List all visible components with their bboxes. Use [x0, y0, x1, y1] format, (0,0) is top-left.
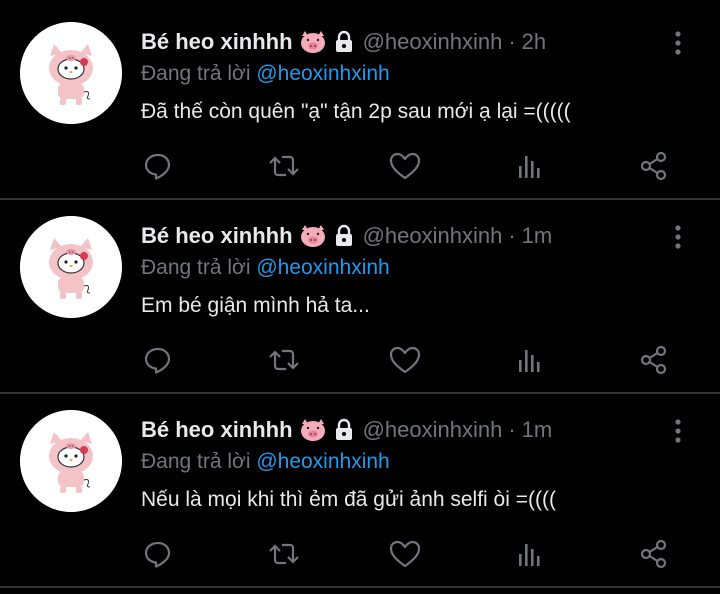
retweet-icon[interactable]: [266, 342, 302, 378]
replying-to: Đang trả lời @heoxinhxinh: [141, 62, 390, 86]
retweet-icon[interactable]: [266, 536, 302, 572]
avatar[interactable]: [20, 410, 122, 512]
avatar[interactable]: [20, 22, 122, 124]
heart-icon[interactable]: [387, 342, 423, 378]
mention-link[interactable]: @heoxinhxinh: [256, 256, 389, 279]
analytics-icon[interactable]: [512, 536, 548, 572]
lock-icon: [333, 224, 355, 248]
timestamp[interactable]: 2h: [522, 29, 546, 55]
heart-icon[interactable]: [387, 148, 423, 184]
tweet[interactable]: Bé heo xinhhh @heoxinhxinh · 2h Đang trả…: [0, 0, 720, 194]
reply-icon[interactable]: [140, 536, 176, 572]
mention-link[interactable]: @heoxinhxinh: [256, 62, 389, 85]
heart-icon[interactable]: [387, 536, 423, 572]
replying-to: Đang trả lời @heoxinhxinh: [141, 450, 390, 474]
analytics-icon[interactable]: [512, 342, 548, 378]
avatar-image: [20, 216, 122, 318]
replying-label: Đang trả lời: [141, 62, 251, 85]
handle[interactable]: @heoxinhxinh: [363, 223, 503, 249]
tweet-text: Em bé giận mình hả ta...: [141, 294, 370, 317]
pig-face-icon: [299, 30, 327, 54]
tweet[interactable]: Bé heo xinhhh @heoxinhxinh · 1m Đang trả…: [0, 194, 720, 388]
replying-label: Đang trả lời: [141, 450, 251, 473]
lock-icon: [333, 30, 355, 54]
pig-face-icon: [299, 224, 327, 248]
timestamp[interactable]: 1m: [522, 417, 553, 443]
avatar-image: [20, 410, 122, 512]
avatar[interactable]: [20, 216, 122, 318]
divider: [0, 586, 720, 588]
share-icon[interactable]: [636, 148, 672, 184]
lock-icon: [333, 418, 355, 442]
separator: ·: [508, 29, 516, 54]
tweet-actions: [140, 148, 680, 188]
tweet[interactable]: Bé heo xinhhh @heoxinhxinh · 1m Đang trả…: [0, 388, 720, 582]
share-icon[interactable]: [636, 536, 672, 572]
separator: ·: [508, 223, 516, 248]
tweet-actions: [140, 342, 680, 382]
tweet-text: Đã thế còn quên "ạ" tận 2p sau mới ạ lại…: [141, 100, 571, 123]
timestamp[interactable]: 1m: [522, 223, 553, 249]
display-name[interactable]: Bé heo xinhhh: [141, 29, 293, 55]
tweet-header: Bé heo xinhhh @heoxinhxinh · 1m: [141, 414, 552, 446]
pig-face-icon: [299, 418, 327, 442]
reply-icon[interactable]: [140, 148, 176, 184]
avatar-image: [20, 22, 122, 124]
handle[interactable]: @heoxinhxinh: [363, 29, 503, 55]
handle[interactable]: @heoxinhxinh: [363, 417, 503, 443]
tweet-header: Bé heo xinhhh @heoxinhxinh · 1m: [141, 220, 552, 252]
more-vertical-icon[interactable]: [668, 222, 688, 252]
tweet-feed: Bé heo xinhhh @heoxinhxinh · 2h Đang trả…: [0, 0, 720, 594]
analytics-icon[interactable]: [512, 148, 548, 184]
more-vertical-icon[interactable]: [668, 416, 688, 446]
display-name[interactable]: Bé heo xinhhh: [141, 417, 293, 443]
tweet-text: Nếu là mọi khi thì ẻm đã gửi ảnh selfi ò…: [141, 488, 556, 511]
reply-icon[interactable]: [140, 342, 176, 378]
share-icon[interactable]: [636, 342, 672, 378]
tweet-header: Bé heo xinhhh @heoxinhxinh · 2h: [141, 26, 546, 58]
more-vertical-icon[interactable]: [668, 28, 688, 58]
mention-link[interactable]: @heoxinhxinh: [256, 450, 389, 473]
replying-to: Đang trả lời @heoxinhxinh: [141, 256, 390, 280]
separator: ·: [508, 417, 516, 442]
retweet-icon[interactable]: [266, 148, 302, 184]
replying-label: Đang trả lời: [141, 256, 251, 279]
display-name[interactable]: Bé heo xinhhh: [141, 223, 293, 249]
tweet-actions: [140, 536, 680, 576]
